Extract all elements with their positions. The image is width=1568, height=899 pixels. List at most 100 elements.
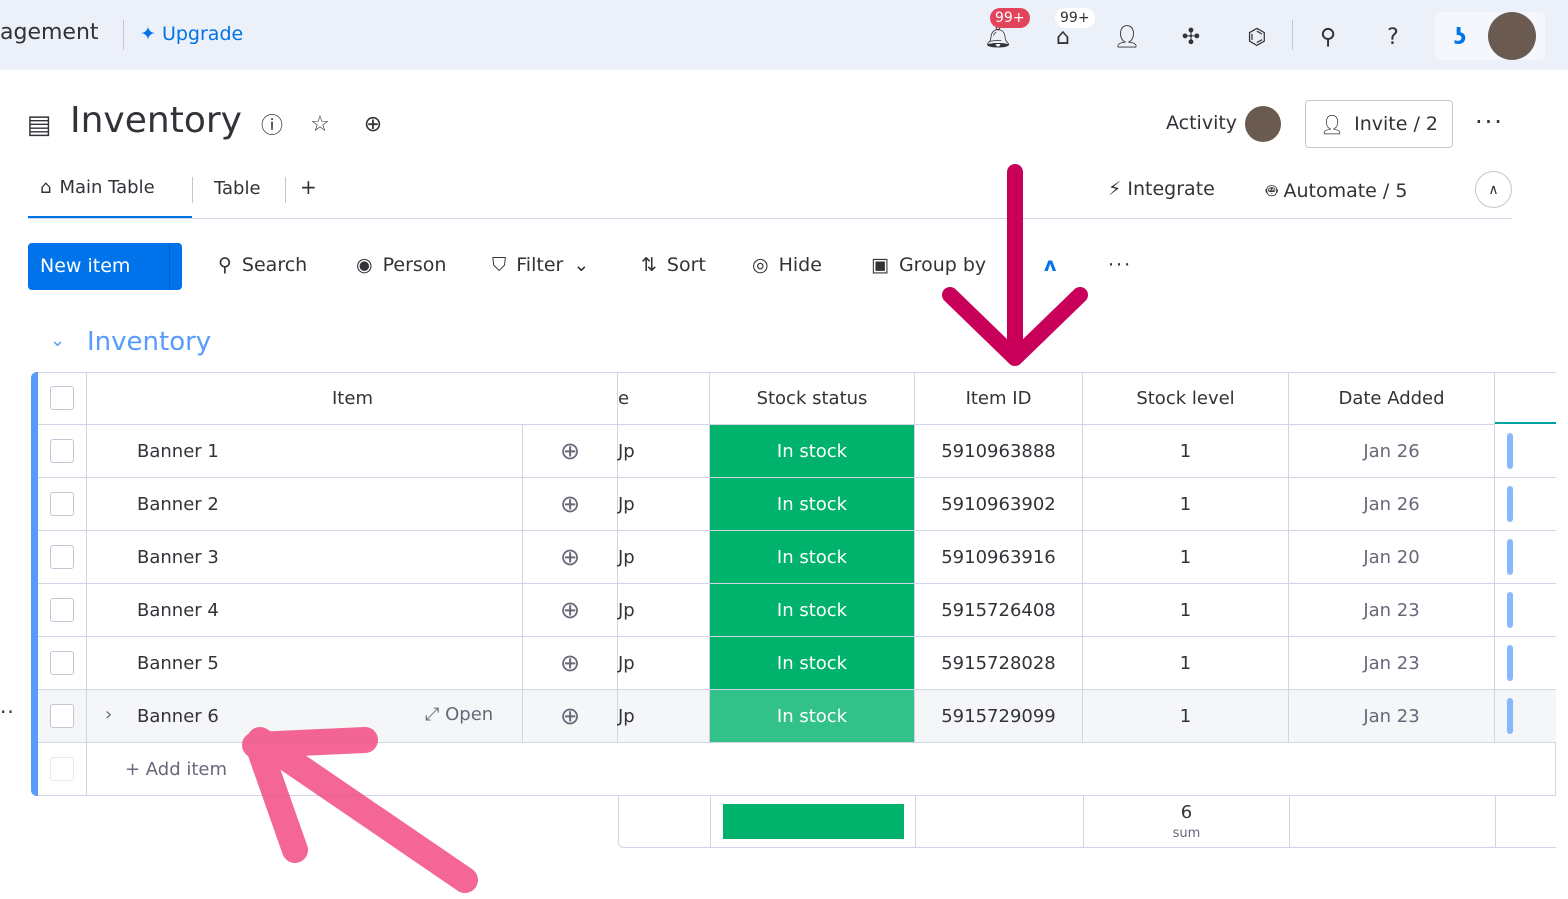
partial-cell[interactable]: Jp: [618, 584, 710, 637]
item-cell[interactable]: Banner 2: [87, 478, 523, 531]
group-title[interactable]: Inventory: [87, 327, 211, 357]
collapse-header-button[interactable]: ∧: [1475, 171, 1512, 208]
item-id-cell[interactable]: 5910963902: [915, 478, 1083, 531]
page-title[interactable]: Inventory: [70, 100, 242, 141]
updates-cell[interactable]: ⊕: [523, 425, 618, 478]
add-item-input[interactable]: + Add item: [87, 743, 1556, 796]
item-cell[interactable]: Banner 1: [87, 425, 523, 478]
stock-level-cell[interactable]: 1: [1083, 425, 1289, 478]
status-badge[interactable]: In stock: [710, 690, 915, 743]
row-checkbox[interactable]: [50, 598, 74, 622]
account-switcher[interactable]: ʖ: [1435, 12, 1545, 60]
updates-cell[interactable]: ⊕: [523, 531, 618, 584]
item-name[interactable]: Banner 2: [137, 494, 219, 515]
chevron-down-icon[interactable]: ⌄: [573, 254, 589, 276]
invite-user-icon[interactable]: 👤︎: [1112, 22, 1142, 52]
date-added-cell[interactable]: Jan 26: [1289, 425, 1495, 478]
add-view-button[interactable]: +: [300, 175, 317, 199]
drag-handle-icon[interactable]: ··: [0, 700, 15, 724]
more-options-icon[interactable]: ···: [1475, 108, 1504, 136]
row-checkbox[interactable]: [50, 704, 74, 728]
group-by-button[interactable]: ▣ Group by: [871, 254, 986, 276]
partial-cell[interactable]: Jp: [618, 478, 710, 531]
apps-icon[interactable]: ✣: [1176, 22, 1206, 52]
add-update-icon[interactable]: ⊕: [560, 702, 580, 730]
chevron-right-icon[interactable]: ›: [105, 704, 112, 725]
more-options-icon[interactable]: ···: [1108, 254, 1132, 276]
add-update-icon[interactable]: ⊕: [560, 490, 580, 518]
star-icon[interactable]: ☆: [306, 110, 334, 138]
stock-level-cell[interactable]: 1: [1083, 531, 1289, 584]
updates-cell[interactable]: ⊕: [523, 584, 618, 637]
item-id-cell[interactable]: 5910963916: [915, 531, 1083, 584]
add-update-icon[interactable]: ⊕: [560, 437, 580, 465]
invite-button[interactable]: 👤︎ Invite / 2: [1305, 100, 1453, 148]
new-item-button[interactable]: New item ⌄: [28, 243, 193, 290]
automate-button[interactable]: 🤖︎ Automate / 5: [1266, 178, 1407, 205]
stock-level-cell[interactable]: 1: [1083, 584, 1289, 637]
partial-cell[interactable]: Jp: [618, 637, 710, 690]
item-cell[interactable]: › Banner 6 ⤢ Open: [87, 690, 523, 743]
workspace-name[interactable]: agement: [0, 20, 99, 45]
column-header-stock-status[interactable]: Stock status: [710, 372, 915, 425]
date-added-cell[interactable]: Jan 23: [1289, 637, 1495, 690]
updates-cell[interactable]: ⊕: [523, 637, 618, 690]
chevron-down-icon[interactable]: ⌄: [180, 253, 193, 272]
search-icon[interactable]: ⚲: [1313, 22, 1343, 52]
add-update-icon[interactable]: ⊕: [560, 596, 580, 624]
tab-main-table[interactable]: ⌂ Main Table: [28, 177, 192, 219]
column-header-date-added[interactable]: Date Added: [1289, 372, 1495, 425]
item-cell[interactable]: Banner 4: [87, 584, 523, 637]
open-item-button[interactable]: ⤢ Open: [425, 704, 493, 725]
date-added-cell[interactable]: Jan 23: [1289, 584, 1495, 637]
item-name[interactable]: Banner 5: [137, 653, 219, 674]
item-name[interactable]: Banner 6: [137, 706, 219, 727]
item-name[interactable]: Banner 4: [137, 600, 219, 621]
column-header-stock-level[interactable]: Stock level: [1083, 372, 1289, 425]
partial-cell[interactable]: Jp: [618, 531, 710, 584]
row-checkbox[interactable]: [50, 439, 74, 463]
item-id-cell[interactable]: 5910963888: [915, 425, 1083, 478]
activity-button[interactable]: Activity: [1166, 112, 1237, 134]
stock-level-cell[interactable]: 1: [1083, 478, 1289, 531]
item-cell[interactable]: Banner 5: [87, 637, 523, 690]
row-checkbox[interactable]: [50, 545, 74, 569]
partial-cell[interactable]: Jp: [618, 425, 710, 478]
status-badge[interactable]: In stock: [710, 425, 915, 478]
sort-button[interactable]: ⇅ Sort: [641, 254, 706, 276]
item-cell[interactable]: Banner 3: [87, 531, 523, 584]
status-badge[interactable]: In stock: [710, 531, 915, 584]
add-update-icon[interactable]: ⊕: [560, 543, 580, 571]
status-badge[interactable]: In stock: [710, 584, 915, 637]
add-update-icon[interactable]: ⊕: [560, 649, 580, 677]
date-added-cell[interactable]: Jan 20: [1289, 531, 1495, 584]
add-update-icon[interactable]: ⊕: [359, 110, 387, 138]
tab-table[interactable]: Table: [214, 178, 261, 199]
row-checkbox[interactable]: [50, 651, 74, 675]
select-all-checkbox[interactable]: [50, 386, 74, 410]
item-id-cell[interactable]: 5915729099: [915, 690, 1083, 743]
help-icon[interactable]: ?: [1378, 22, 1408, 52]
group-collapse-icon[interactable]: ⌄: [50, 330, 65, 351]
stock-level-cell[interactable]: 1: [1083, 637, 1289, 690]
column-header-partial[interactable]: e: [618, 372, 710, 425]
filter-button[interactable]: ⛉ Filter ⌄: [492, 254, 589, 276]
partial-cell[interactable]: Jp: [618, 690, 710, 743]
item-id-cell[interactable]: 5915726408: [915, 584, 1083, 637]
upgrade-link[interactable]: ✦ Upgrade: [140, 23, 243, 45]
status-badge[interactable]: In stock: [710, 478, 915, 531]
column-header-item-id[interactable]: Item ID: [915, 372, 1083, 425]
item-name[interactable]: Banner 3: [137, 547, 219, 568]
row-checkbox[interactable]: [50, 492, 74, 516]
updates-cell[interactable]: ⊕: [523, 690, 618, 743]
date-added-cell[interactable]: Jan 23: [1289, 690, 1495, 743]
stock-level-cell[interactable]: 1: [1083, 690, 1289, 743]
search-button[interactable]: ⚲ Search: [218, 254, 307, 276]
ai-assistant-icon[interactable]: ʌ: [1044, 254, 1056, 276]
info-icon[interactable]: ⓘ: [258, 110, 286, 139]
item-name[interactable]: Banner 1: [137, 441, 219, 462]
column-header-item[interactable]: Item: [87, 372, 618, 425]
date-added-cell[interactable]: Jan 26: [1289, 478, 1495, 531]
integrate-button[interactable]: ⚡︎ Integrate: [1108, 178, 1215, 200]
person-filter-button[interactable]: ◉ Person: [356, 254, 446, 276]
